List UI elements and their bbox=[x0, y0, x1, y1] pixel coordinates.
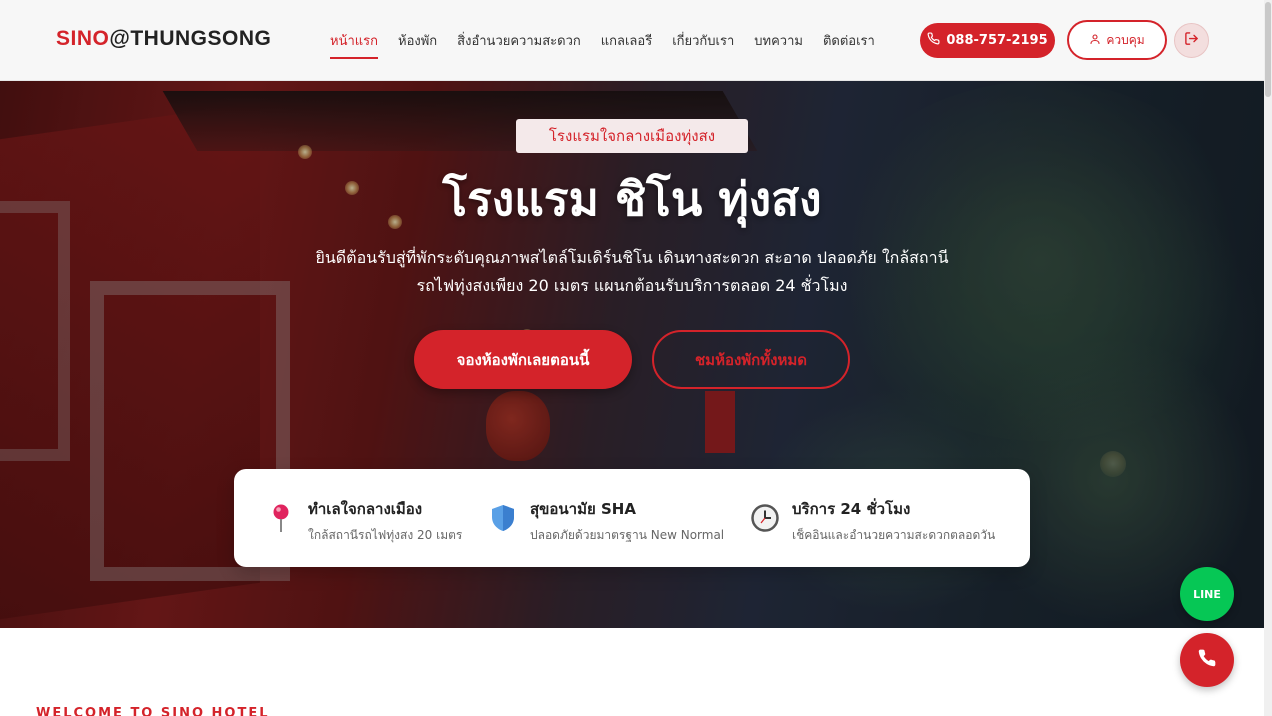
feature-item-24h: บริการ 24 ชั่วโมง เช็คอินและอำนวยความสะด… bbox=[750, 497, 995, 545]
nav-item-articles[interactable]: บทความ bbox=[754, 30, 803, 59]
welcome-heading: WELCOME TO SINO HOTEL bbox=[36, 706, 270, 716]
phone-button[interactable]: 088-757-2195 bbox=[920, 23, 1055, 58]
features-card: ทำเลใจกลางเมือง ใกล้สถานีรถไฟทุ่งสง 20 เ… bbox=[234, 469, 1030, 567]
view-rooms-button[interactable]: ชมห้องพักทั้งหมด bbox=[652, 330, 850, 389]
user-icon bbox=[1089, 33, 1101, 48]
page-scrollbar[interactable] bbox=[1264, 0, 1272, 716]
main-nav: หน้าแรก ห้องพัก สิ่งอำนวยความสะดวก แกลเล… bbox=[330, 30, 895, 59]
scrollbar-thumb[interactable] bbox=[1265, 2, 1271, 97]
call-button[interactable] bbox=[1180, 633, 1234, 687]
nav-item-rooms[interactable]: ห้องพัก bbox=[398, 30, 437, 59]
shield-icon bbox=[488, 503, 518, 533]
hero-tag: โรงแรมใจกลางเมืองทุ่งสง bbox=[516, 119, 748, 153]
feature-item-sha: สุขอนามัย SHA ปลอดภัยด้วยมาตรฐาน New Nor… bbox=[488, 497, 724, 545]
logout-icon bbox=[1184, 31, 1199, 50]
feature-subtitle: ปลอดภัยด้วยมาตรฐาน New Normal bbox=[530, 528, 725, 542]
book-now-button[interactable]: จองห้องพักเลยตอนนี้ bbox=[414, 330, 632, 389]
site-header: SINO@THUNGSONG หน้าแรก ห้องพัก สิ่งอำนวย… bbox=[0, 0, 1264, 81]
feature-title: สุขอนามัย SHA bbox=[530, 500, 636, 518]
logout-button[interactable] bbox=[1174, 23, 1209, 58]
login-label: ควบคุม bbox=[1106, 32, 1145, 47]
line-chat-button[interactable]: LINE bbox=[1180, 567, 1234, 621]
hero-description: ยินดีต้อนรับสู่ที่พักระดับคุณภาพสไตล์โมเ… bbox=[300, 244, 964, 300]
hero-description-line1: ยินดีต้อนรับสู่ที่พักระดับคุณภาพสไตล์โมเ… bbox=[315, 248, 949, 267]
clock-icon bbox=[750, 503, 780, 533]
nav-item-contact[interactable]: ติดต่อเรา bbox=[823, 30, 875, 59]
phone-icon bbox=[1197, 648, 1217, 672]
site-logo[interactable]: SINO@THUNGSONG bbox=[56, 27, 271, 51]
logo-part1: SINO bbox=[56, 27, 110, 50]
feature-item-location: ทำเลใจกลางเมือง ใกล้สถานีรถไฟทุ่งสง 20 เ… bbox=[266, 497, 462, 545]
login-button[interactable]: ควบคุม bbox=[1067, 20, 1167, 60]
nav-item-gallery[interactable]: แกลเลอรี bbox=[601, 30, 652, 59]
hero-title: โรงแรม ชิโน ทุ่งสง bbox=[442, 172, 822, 226]
logo-at: @ bbox=[109, 27, 131, 50]
nav-item-facilities[interactable]: สิ่งอำนวยความสะดวก bbox=[457, 30, 581, 59]
feature-title: ทำเลใจกลางเมือง bbox=[308, 500, 423, 518]
nav-item-home[interactable]: หน้าแรก bbox=[330, 30, 378, 59]
feature-subtitle: ใกล้สถานีรถไฟทุ่งสง 20 เมตร bbox=[308, 528, 463, 542]
pin-icon bbox=[266, 503, 296, 533]
phone-number: 088-757-2195 bbox=[946, 33, 1048, 48]
feature-subtitle: เช็คอินและอำนวยความสะดวกตลอดวัน bbox=[792, 528, 996, 542]
logo-part2: THUNGSONG bbox=[130, 27, 272, 50]
feature-title: บริการ 24 ชั่วโมง bbox=[792, 500, 911, 518]
hero-description-line2: รถไฟทุ่งสงเพียง 20 เมตร แผนกต้อนรับบริกา… bbox=[416, 276, 848, 295]
nav-item-about[interactable]: เกี่ยวกับเรา bbox=[672, 30, 734, 59]
phone-icon bbox=[927, 32, 940, 49]
